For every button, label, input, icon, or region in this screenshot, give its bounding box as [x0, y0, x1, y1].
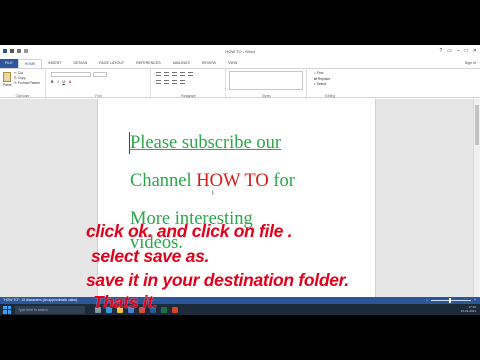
- font-size-select[interactable]: [93, 72, 107, 77]
- select-label: Select: [316, 82, 327, 86]
- tab-references[interactable]: REFERENCES: [130, 59, 167, 68]
- bold-icon[interactable]: B: [51, 80, 53, 84]
- tab-review[interactable]: REVIEW: [196, 59, 222, 68]
- paste-icon[interactable]: [3, 72, 11, 82]
- ribbon: Paste ✂ Cut ⎘ Copy ✎ Format Painter Clip…: [0, 68, 480, 99]
- caption-line-4: Thats it.: [93, 292, 158, 312]
- editing-group: ⌕ Find ⇄ Replace ▹ Select Editing: [310, 69, 350, 99]
- editing-group-label: Editing: [325, 94, 335, 98]
- zoom-out-icon[interactable]: –: [426, 297, 428, 304]
- format-buttons: B I U A: [51, 80, 71, 84]
- doc-line-2: Channel HOW TO for: [130, 171, 295, 192]
- font-family-select[interactable]: [51, 72, 91, 77]
- italic-icon[interactable]: I: [57, 80, 58, 84]
- cut-label: Cut: [17, 71, 24, 75]
- caption-line-3: save it in your destination folder.: [86, 270, 349, 290]
- close-icon[interactable]: ✕: [473, 48, 477, 54]
- tab-insert[interactable]: INSERT: [42, 59, 67, 68]
- replace-label: Replace: [317, 76, 331, 81]
- windows-start-icon[interactable]: [3, 305, 11, 314]
- zoom-slider[interactable]: [431, 298, 472, 303]
- minimize-icon[interactable]: –: [457, 48, 460, 54]
- font-group-label: Font: [95, 94, 102, 98]
- paragraph-group-label: Paragraph: [181, 94, 196, 98]
- caption-line-1: click ok. and click on file .: [86, 221, 293, 241]
- doc-line-2-end: for: [268, 171, 295, 191]
- vertical-scrollbar[interactable]: [473, 99, 480, 315]
- help-icon[interactable]: ?: [439, 48, 442, 54]
- justify-icon[interactable]: [180, 80, 185, 84]
- copy-label: Copy: [17, 76, 26, 80]
- system-tray-clock[interactable]: 17:36 23-03-2021: [460, 305, 476, 313]
- multilevel-list-icon[interactable]: [172, 72, 177, 76]
- format-painter-label: Format Painter: [17, 81, 41, 85]
- powerpoint-taskbar-icon[interactable]: [172, 306, 178, 313]
- window-title: HOW TO - Word: [225, 49, 255, 54]
- status-text: "HOW TO": 13 characters (an approximate …: [3, 298, 79, 302]
- taskbar: Type here to search 17:36 23-03-2021: [0, 304, 480, 315]
- numbering-icon[interactable]: [164, 72, 169, 76]
- tab-design[interactable]: DESIGN: [68, 59, 94, 68]
- styles-gallery[interactable]: [229, 71, 303, 90]
- maximize-icon[interactable]: □: [465, 48, 468, 54]
- align-left-icon[interactable]: [156, 80, 161, 84]
- sign-in-link[interactable]: Sign In: [465, 61, 476, 65]
- format-painter-button[interactable]: ✎ Format Painter: [14, 81, 40, 86]
- font-group: B I U A Font: [47, 69, 151, 99]
- word-window: HOW TO - Word ? ▭ – □ ✕ FILE HOME INSERT…: [0, 45, 480, 315]
- paragraph-group: Paragraph: [152, 69, 226, 99]
- taskbar-search-input[interactable]: Type here to search: [15, 305, 85, 314]
- find-label: Find: [316, 71, 324, 75]
- tab-home[interactable]: HOME: [17, 59, 43, 68]
- styles-group-label: Styles: [262, 94, 271, 98]
- clipboard-group-label: Clipboard: [15, 94, 30, 98]
- align-center-icon[interactable]: [164, 80, 169, 84]
- paste-button-label[interactable]: Paste: [3, 83, 12, 87]
- doc-line-1: Please subscribe our: [130, 133, 282, 153]
- caption-line-2: select save as.: [91, 246, 210, 266]
- window-controls: ? ▭ – □ ✕: [439, 48, 477, 54]
- zoom-control: – +: [426, 297, 476, 304]
- clipboard-group: Paste ✂ Cut ⎘ Copy ✎ Format Painter Clip…: [0, 69, 46, 99]
- ribbon-display-icon[interactable]: ▭: [447, 48, 452, 54]
- decrease-indent-icon[interactable]: [180, 72, 185, 76]
- doc-highlight-how-to: HOW TO: [196, 171, 269, 191]
- excel-taskbar-icon[interactable]: [161, 306, 167, 313]
- tab-page-layout[interactable]: PAGE LAYOUT: [93, 59, 130, 68]
- zoom-slider-knob[interactable]: [449, 298, 452, 303]
- tab-file[interactable]: FILE: [0, 59, 18, 68]
- status-bar: "HOW TO": 13 characters (an approximate …: [0, 297, 480, 304]
- styles-group: Styles: [227, 69, 307, 99]
- underline-icon[interactable]: U: [62, 80, 64, 84]
- tab-view[interactable]: VIEW: [222, 59, 243, 68]
- select-button[interactable]: ▹ Select: [314, 82, 330, 88]
- zoom-in-icon[interactable]: +: [474, 297, 476, 304]
- increase-indent-icon[interactable]: [188, 72, 193, 76]
- font-color-icon[interactable]: A: [69, 80, 71, 84]
- clock-date: 23-03-2021: [460, 308, 476, 313]
- align-right-icon[interactable]: [172, 80, 177, 84]
- scrollbar-thumb[interactable]: [475, 105, 479, 145]
- ibeam-cursor-icon: I: [212, 191, 214, 197]
- ribbon-tabs: FILE HOME INSERT DESIGN PAGE LAYOUT REFE…: [0, 59, 480, 68]
- title-bar: HOW TO - Word ? ▭ – □ ✕: [0, 45, 480, 58]
- bullets-icon[interactable]: [156, 72, 161, 76]
- tab-mailings[interactable]: MAILINGS: [167, 59, 196, 68]
- doc-line-2-start: Channel: [130, 171, 197, 191]
